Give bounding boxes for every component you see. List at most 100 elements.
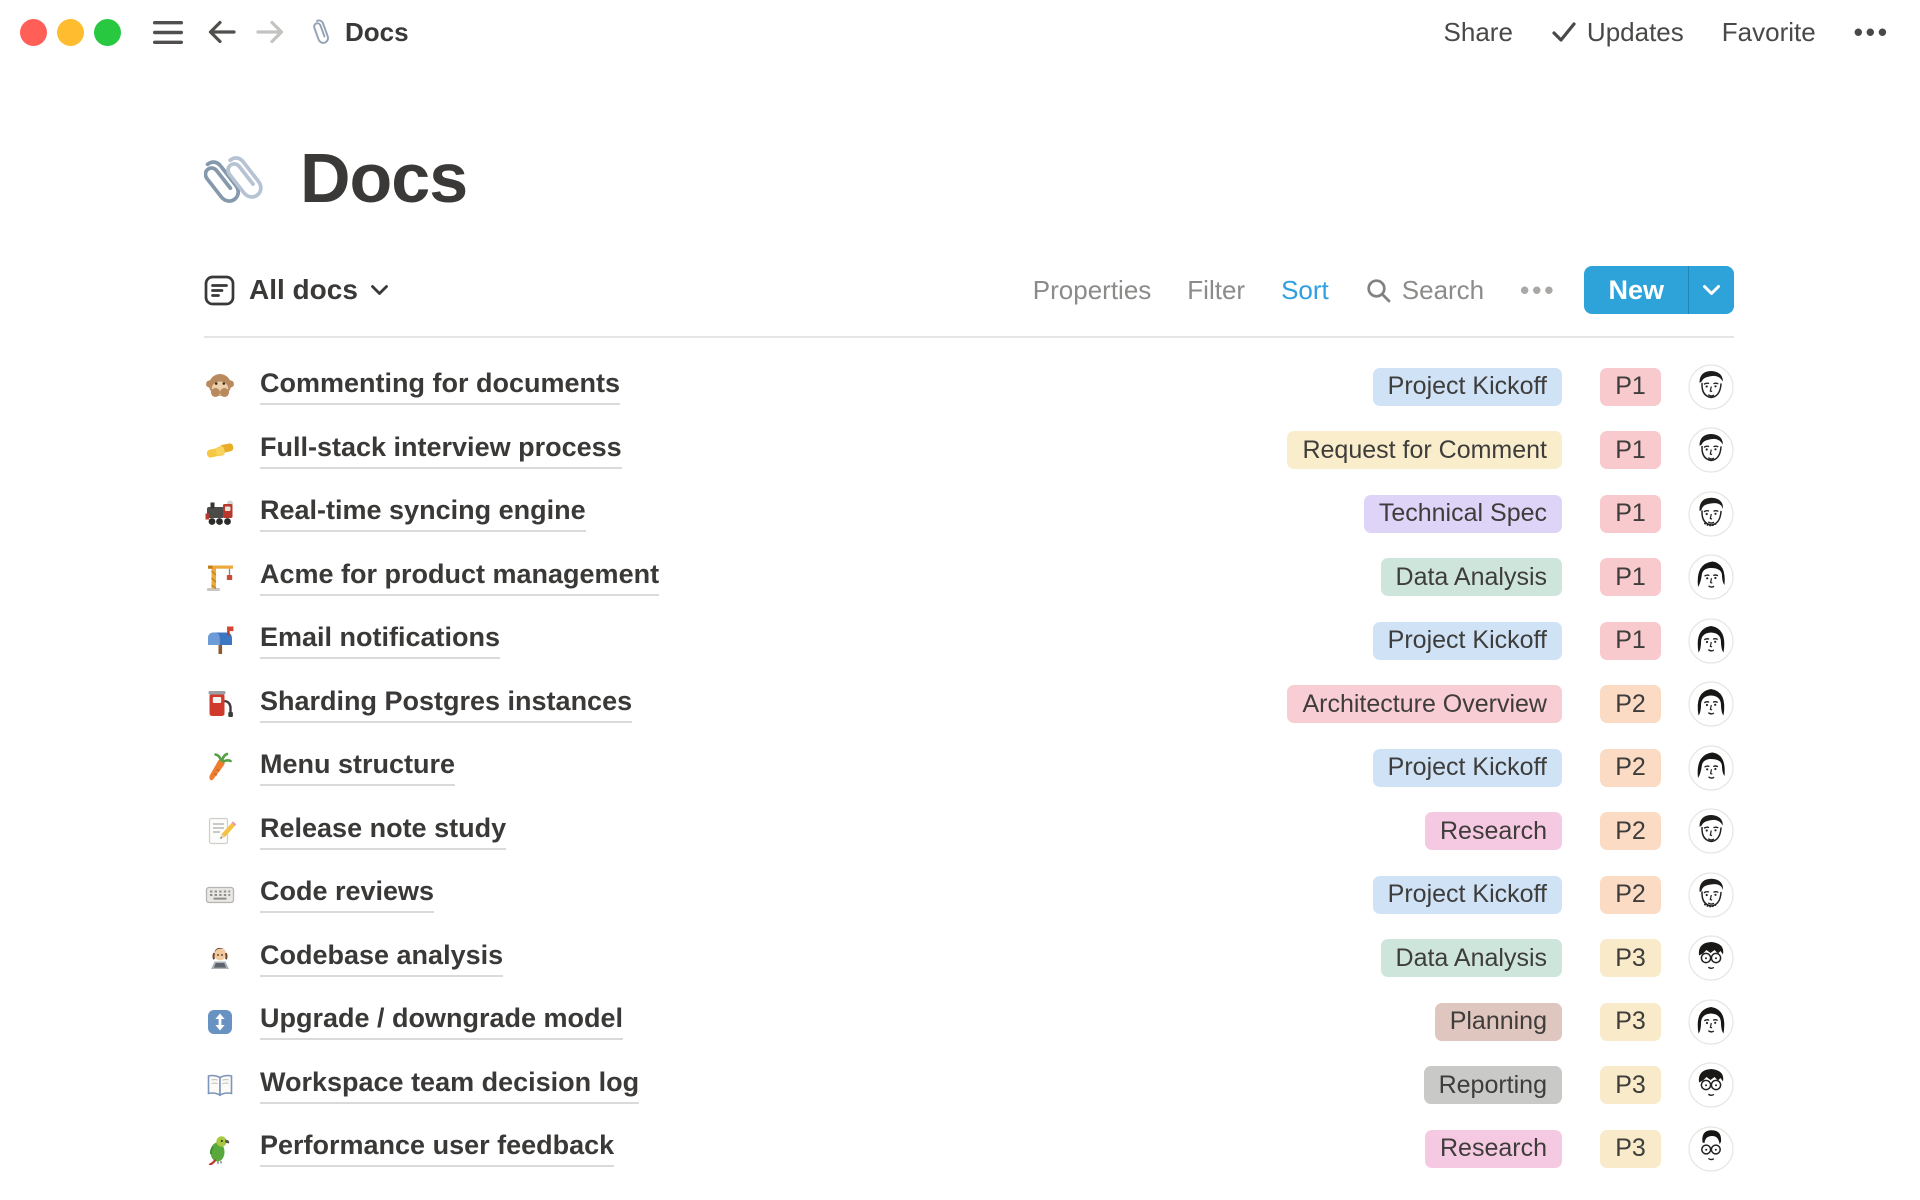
woman-technologist-icon (204, 942, 236, 974)
doc-row[interactable]: Code reviews Project Kickoff P2 (204, 863, 1734, 927)
category-badge: Research (1425, 812, 1562, 850)
priority-badge: P3 (1600, 1130, 1661, 1168)
window-title: Docs (345, 17, 409, 48)
category-badge: Data Analysis (1381, 558, 1562, 596)
properties-button[interactable]: Properties (1033, 275, 1152, 306)
category-badge: Project Kickoff (1373, 749, 1562, 787)
avatar (1688, 1126, 1734, 1172)
doc-row[interactable]: Full-stack interview process Request for… (204, 419, 1734, 483)
priority-badge: P2 (1600, 685, 1661, 723)
priority-badge: P1 (1600, 368, 1661, 406)
avatar (1688, 935, 1734, 981)
doc-title[interactable]: Full-stack interview process (260, 432, 622, 469)
doc-row[interactable]: Sharding Postgres instances Architecture… (204, 673, 1734, 737)
search-button[interactable]: Search (1365, 275, 1484, 306)
window-more-button[interactable]: ••• (1854, 19, 1890, 45)
updates-button[interactable]: Updates (1551, 17, 1684, 48)
handshake-icon (204, 434, 236, 466)
new-button-group: New (1584, 266, 1734, 314)
doc-title[interactable]: Acme for product management (260, 559, 659, 596)
avatar (1688, 681, 1734, 727)
category-badge: Project Kickoff (1373, 876, 1562, 914)
priority-badge: P1 (1600, 431, 1661, 469)
forward-arrow-icon[interactable] (255, 19, 285, 45)
category-badge: Research (1425, 1130, 1562, 1168)
avatar (1688, 427, 1734, 473)
doc-title[interactable]: Codebase analysis (260, 940, 503, 977)
category-badge: Reporting (1424, 1066, 1562, 1104)
doc-row[interactable]: Menu structure Project Kickoff P2 (204, 736, 1734, 800)
priority-badge: P3 (1600, 939, 1661, 977)
minimize-window-button[interactable] (57, 19, 84, 46)
docs-page: Docs All docs Properties Filter Sort Sea… (0, 128, 1920, 1181)
doc-title[interactable]: Email notifications (260, 622, 500, 659)
share-button[interactable]: Share (1444, 17, 1513, 48)
page-header: Docs (204, 128, 1734, 228)
priority-badge: P2 (1600, 876, 1661, 914)
linked-paperclips-icon[interactable] (204, 141, 278, 215)
new-dropdown-button[interactable] (1688, 266, 1734, 314)
avatar (1688, 618, 1734, 664)
priority-badge: P3 (1600, 1003, 1661, 1041)
checkmark-icon (1551, 21, 1577, 43)
doc-title[interactable]: Workspace team decision log (260, 1067, 639, 1104)
close-window-button[interactable] (20, 19, 47, 46)
doc-title[interactable]: Commenting for documents (260, 368, 620, 405)
view-switcher[interactable]: All docs (204, 274, 389, 306)
doc-title[interactable]: Release note study (260, 813, 506, 850)
sidebar-menu-icon[interactable] (153, 20, 183, 45)
priority-badge: P1 (1600, 495, 1661, 533)
doc-row[interactable]: Workspace team decision log Reporting P3 (204, 1054, 1734, 1118)
avatar (1688, 1062, 1734, 1108)
back-arrow-icon[interactable] (207, 19, 237, 45)
priority-badge: P2 (1600, 812, 1661, 850)
paperclip-icon (309, 18, 333, 46)
avatar (1688, 364, 1734, 410)
new-button[interactable]: New (1584, 266, 1688, 314)
mailbox-icon (204, 625, 236, 657)
doc-title[interactable]: Sharding Postgres instances (260, 686, 632, 723)
doc-row[interactable]: Codebase analysis Data Analysis P3 (204, 927, 1734, 991)
up-down-arrow-icon (204, 1006, 236, 1038)
doc-title[interactable]: Menu structure (260, 749, 455, 786)
avatar (1688, 872, 1734, 918)
priority-badge: P1 (1600, 622, 1661, 660)
building-construction-icon (204, 561, 236, 593)
filter-button[interactable]: Filter (1187, 275, 1245, 306)
avatar (1688, 999, 1734, 1045)
favorite-button[interactable]: Favorite (1722, 17, 1816, 48)
toolbar-divider (204, 336, 1734, 338)
doc-title[interactable]: Code reviews (260, 876, 434, 913)
category-badge: Architecture Overview (1287, 685, 1562, 723)
doc-row[interactable]: Performance user feedback Research P3 (204, 1117, 1734, 1181)
priority-badge: P3 (1600, 1066, 1661, 1104)
doc-row[interactable]: Upgrade / downgrade model Planning P3 (204, 990, 1734, 1054)
speak-no-evil-monkey-icon (204, 371, 236, 403)
keyboard-icon (204, 879, 236, 911)
sort-button[interactable]: Sort (1281, 275, 1329, 306)
toolbar: All docs Properties Filter Sort Search •… (204, 266, 1734, 314)
carrot-icon (204, 752, 236, 784)
zoom-window-button[interactable] (94, 19, 121, 46)
titlebar-actions: Share Updates Favorite ••• (1406, 17, 1890, 48)
doc-row[interactable]: Release note study Research P2 (204, 800, 1734, 864)
toolbar-actions: Properties Filter Sort Search ••• New (997, 266, 1734, 314)
window-titlebar: Docs Share Updates Favorite ••• (0, 0, 1920, 64)
doc-title[interactable]: Performance user feedback (260, 1130, 614, 1167)
chevron-down-icon (370, 284, 389, 296)
category-badge: Project Kickoff (1373, 368, 1562, 406)
doc-title[interactable]: Upgrade / downgrade model (260, 1003, 623, 1040)
doc-row[interactable]: Acme for product management Data Analysi… (204, 546, 1734, 610)
open-book-icon (204, 1069, 236, 1101)
doc-row[interactable]: Real-time syncing engine Technical Spec … (204, 482, 1734, 546)
locomotive-icon (204, 498, 236, 530)
search-icon (1365, 277, 1392, 304)
priority-badge: P1 (1600, 558, 1661, 596)
doc-row[interactable]: Commenting for documents Project Kickoff… (204, 355, 1734, 419)
doc-row[interactable]: Email notifications Project Kickoff P1 (204, 609, 1734, 673)
avatar (1688, 808, 1734, 854)
toolbar-more-button[interactable]: ••• (1520, 277, 1556, 303)
category-badge: Request for Comment (1287, 431, 1562, 469)
traffic-lights (20, 19, 121, 46)
doc-title[interactable]: Real-time syncing engine (260, 495, 586, 532)
